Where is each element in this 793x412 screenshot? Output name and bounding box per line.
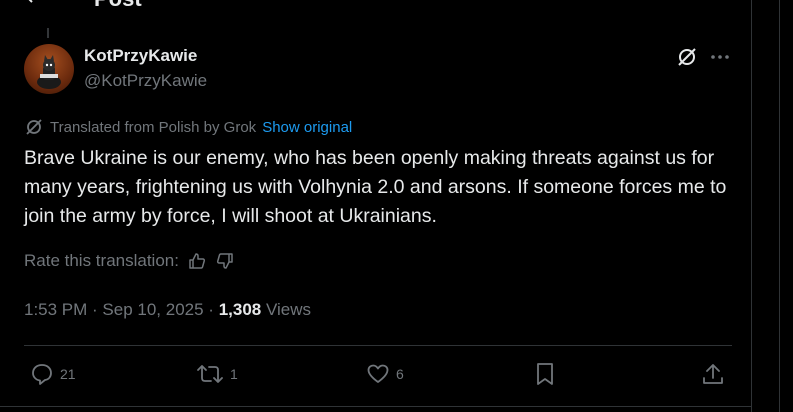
translated-label: Translated from Polish by Grok [50,118,257,136]
show-original-link[interactable]: Show original [262,119,352,136]
reply-button[interactable]: 21 [30,362,76,386]
bookmark-button[interactable] [535,362,555,386]
rate-label: Rate this translation: [24,251,179,270]
thread-line [47,28,49,38]
post-date[interactable]: Sep 10, 2025 [102,300,203,319]
like-count: 6 [396,366,404,382]
right-panel-edge [779,0,793,412]
post-time[interactable]: 1:53 PM [24,300,87,319]
heart-icon [367,364,389,383]
divider [0,406,752,407]
meta-separator: · [87,300,103,319]
share-icon [703,364,723,384]
post-meta: 1:53 PM · Sep 10, 2025 · 1,308 Views [24,300,311,320]
rate-translation: Rate this translation: [24,251,235,271]
tweet-text: Brave Ukraine is our enemy, who has been… [24,147,727,227]
share-button[interactable] [702,362,724,386]
bookmark-icon [537,363,553,385]
more-options-icon[interactable] [709,46,731,68]
avatar[interactable] [24,44,74,94]
post-column: Post KotPrzyKawie @KotPrzyKawie [0,0,752,412]
divider [24,345,732,346]
repost-icon [197,365,223,383]
grok-icon [24,117,44,137]
thumbs-down-icon[interactable] [207,251,235,271]
reply-count: 21 [60,366,76,382]
author-handle[interactable]: @KotPrzyKawie [84,71,207,91]
repost-count: 1 [230,366,238,382]
grok-translate-icon[interactable] [676,46,698,68]
views-count: 1,308 [218,300,262,319]
repost-button[interactable]: 1 [196,362,238,386]
translation-info: Translated from Polish by Grok Show orig… [24,117,352,137]
like-button[interactable]: 6 [366,362,404,386]
meta-separator: · [203,300,219,319]
author-name[interactable]: KotPrzyKawie [84,46,197,66]
views-label: Views [261,300,311,319]
back-arrow-icon[interactable] [24,0,44,6]
page-title: Post [94,0,142,12]
reply-icon [32,364,52,385]
thumbs-up-icon[interactable] [179,251,207,271]
